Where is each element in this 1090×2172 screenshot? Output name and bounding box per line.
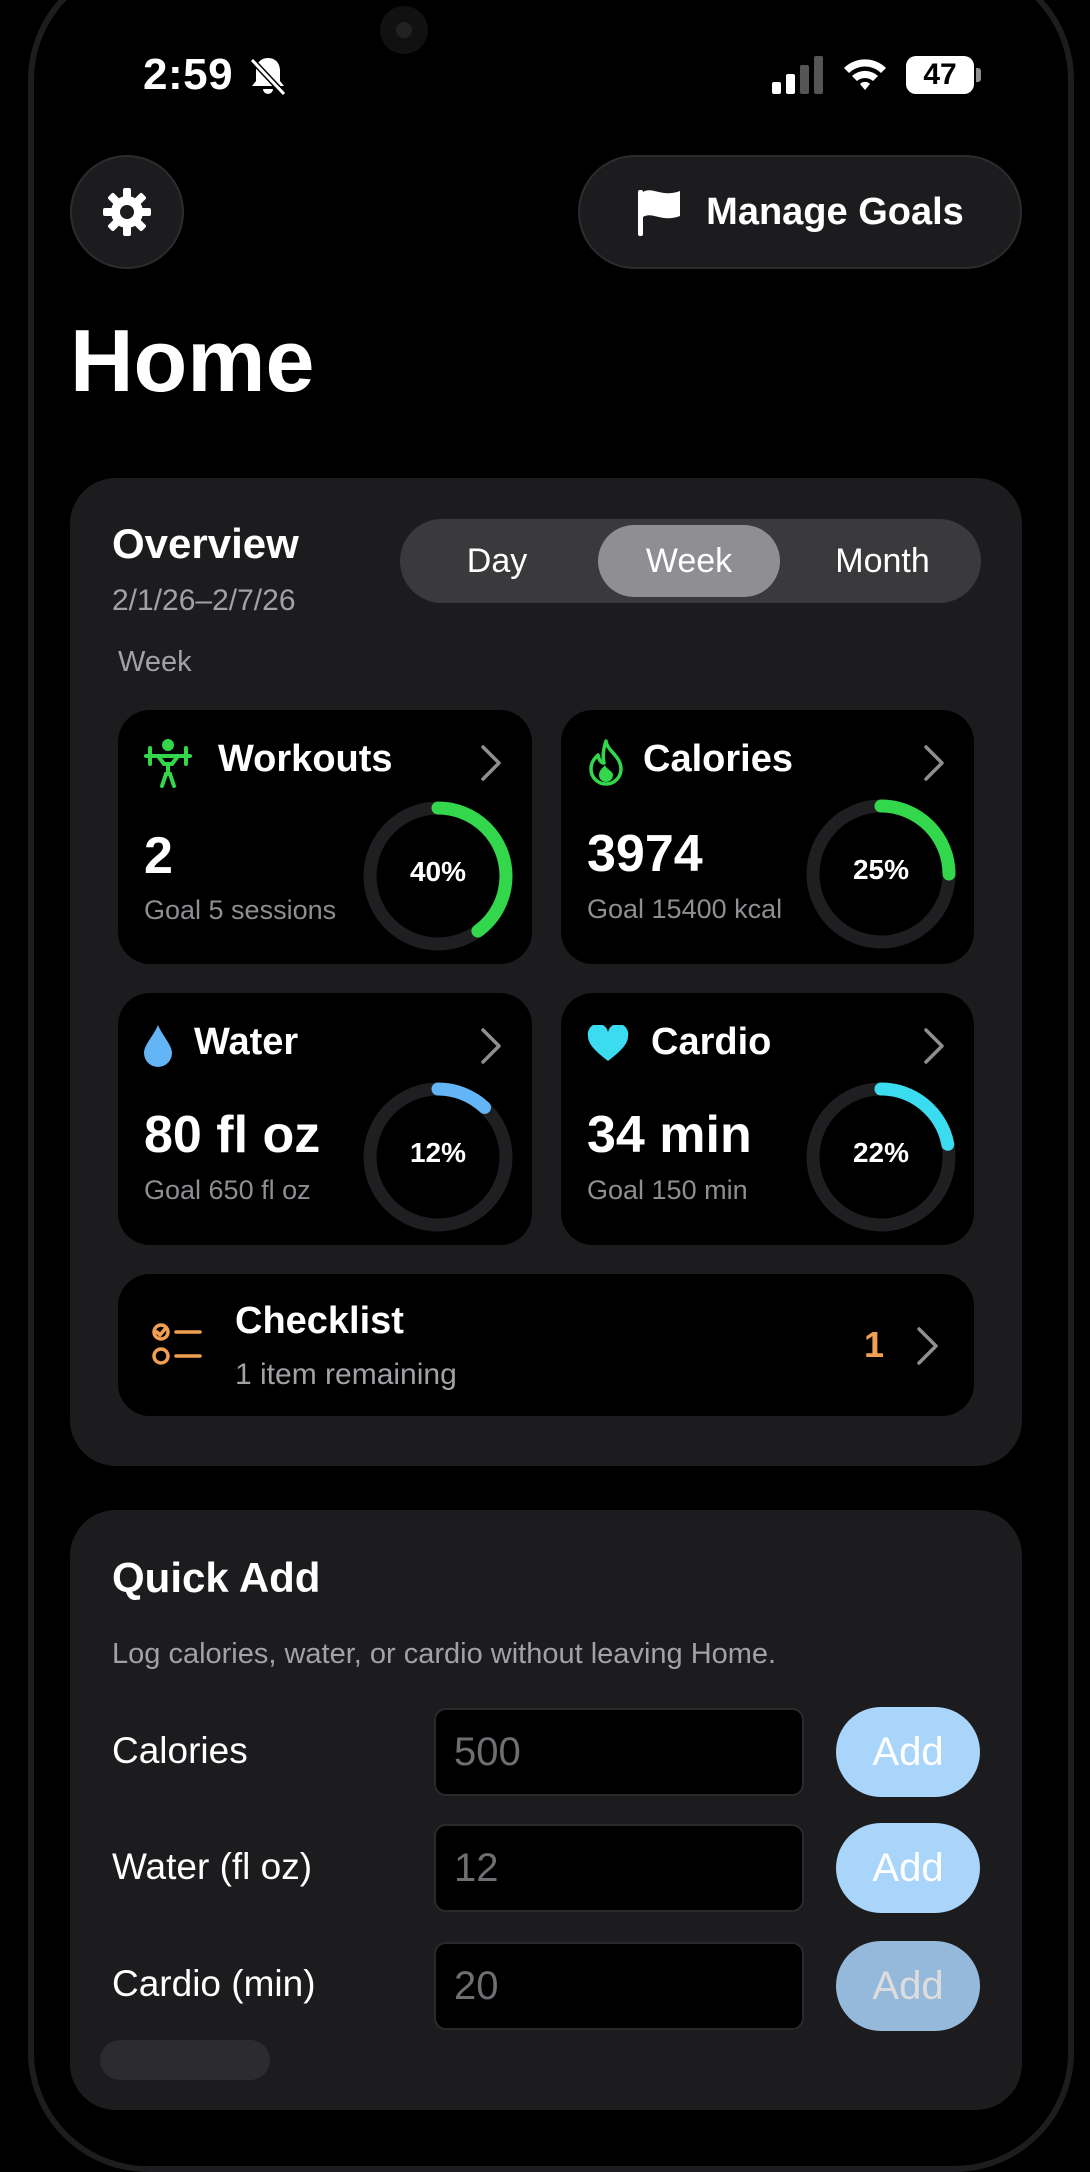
- add-water-button[interactable]: Add: [836, 1823, 980, 1913]
- workouts-goal: Goal 5 sessions: [144, 895, 337, 925]
- segment-day[interactable]: Day: [406, 525, 588, 597]
- battery-nub: [976, 68, 981, 82]
- tab-bar-peek: [100, 2040, 270, 2080]
- calories-goal: Goal 15400 kcal: [587, 894, 783, 924]
- checklist-title: Checklist: [235, 1300, 404, 1342]
- cardio-title: Cardio: [651, 1021, 772, 1063]
- bell-slash-icon: [249, 57, 287, 97]
- flag-icon: [638, 190, 681, 236]
- calories-label: Calories: [112, 1730, 248, 1771]
- gear-icon: [103, 188, 151, 236]
- cardio-goal: Goal 150 min: [587, 1175, 748, 1205]
- settings-button[interactable]: [70, 155, 184, 269]
- chevron-right-icon: [924, 745, 944, 781]
- add-cardio-button[interactable]: Add: [836, 1941, 980, 2031]
- drop-icon: [144, 1025, 172, 1067]
- overview-title: Overview: [112, 520, 299, 567]
- add-calories-button[interactable]: Add: [836, 1707, 980, 1797]
- water-title: Water: [194, 1021, 299, 1063]
- checklist-subtitle: 1 item remaining: [235, 1358, 457, 1391]
- cardio-percent: 22%: [852, 1137, 910, 1168]
- workouts-title: Workouts: [218, 738, 393, 780]
- segment-week[interactable]: Week: [598, 525, 780, 597]
- overview-period-label: Week: [118, 646, 192, 678]
- calories-title: Calories: [643, 738, 793, 780]
- cellular-signal-icon: [772, 56, 823, 94]
- water-percent: 12%: [409, 1137, 467, 1168]
- workouts-tile[interactable]: Workouts 2 Goal 5 sessions 40%: [118, 710, 532, 964]
- water-label: Water (fl oz): [112, 1846, 313, 1887]
- manage-goals-label: Manage Goals: [706, 190, 964, 233]
- water-value: 80 fl oz: [144, 1106, 321, 1164]
- quick-add-description: Log calories, water, or cardio without l…: [112, 1638, 777, 1670]
- segment-month[interactable]: Month: [790, 525, 975, 597]
- weightlifter-icon: [144, 739, 192, 788]
- cardio-tile[interactable]: Cardio 34 min Goal 150 min 22%: [561, 993, 974, 1245]
- checklist-icon: [152, 1323, 202, 1365]
- cardio-label: Cardio (min): [112, 1963, 316, 2004]
- page-title: Home: [70, 311, 315, 410]
- workouts-percent: 40%: [409, 856, 467, 887]
- chevron-right-icon: [481, 1028, 501, 1064]
- heart-icon: [587, 1025, 629, 1061]
- cardio-value: 34 min: [587, 1106, 752, 1164]
- checklist-row[interactable]: Checklist 1 item remaining 1: [118, 1274, 974, 1416]
- water-goal: Goal 650 fl oz: [144, 1175, 311, 1205]
- wifi-icon: [844, 59, 886, 90]
- calories-tile[interactable]: Calories 3974 Goal 15400 kcal 25%: [561, 710, 974, 964]
- checklist-count: 1: [864, 1324, 885, 1365]
- period-segmented-control: Day Week Month: [400, 519, 981, 603]
- front-camera: [380, 6, 428, 54]
- chevron-right-icon: [924, 1028, 944, 1064]
- chevron-right-icon: [917, 1327, 938, 1365]
- workouts-value: 2: [144, 827, 173, 885]
- quick-add-title: Quick Add: [112, 1554, 321, 1601]
- water-input[interactable]: [434, 1824, 804, 1912]
- cardio-input[interactable]: [434, 1942, 804, 2030]
- manage-goals-button[interactable]: Manage Goals: [578, 155, 1022, 269]
- calories-value: 3974: [587, 825, 703, 883]
- calories-input[interactable]: [434, 1708, 804, 1796]
- status-time: 2:59: [143, 50, 234, 99]
- overview-date-range: 2/1/26–2/7/26: [112, 584, 296, 617]
- chevron-right-icon: [481, 745, 501, 781]
- water-tile[interactable]: Water 80 fl oz Goal 650 fl oz 12%: [118, 993, 532, 1245]
- flame-icon: [589, 739, 623, 786]
- battery-indicator: 47: [906, 56, 974, 94]
- calories-percent: 25%: [852, 854, 910, 885]
